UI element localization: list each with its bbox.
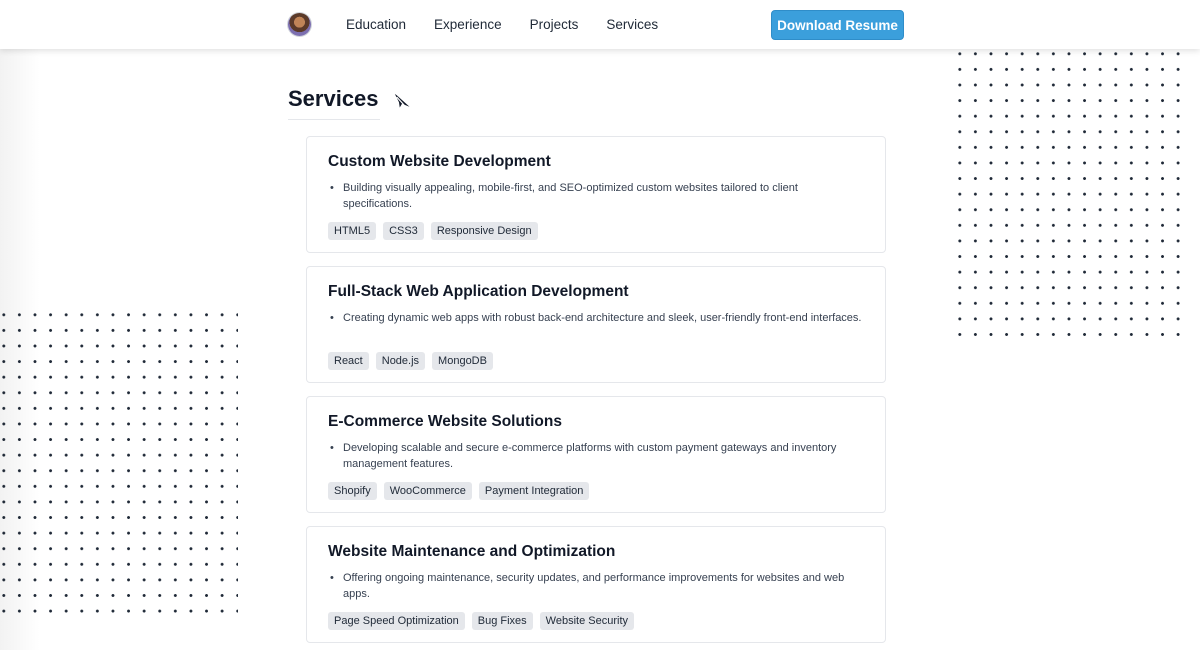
service-title: Website Maintenance and Optimization [328, 543, 616, 560]
service-card: E-Commerce Website Solutions Developing … [306, 396, 886, 513]
nav-links: Education Experience Projects Services [346, 0, 658, 49]
dot-pattern-right [952, 46, 1192, 336]
tag: Bug Fixes [471, 612, 533, 630]
nav-link-services[interactable]: Services [606, 17, 658, 32]
nav-link-education[interactable]: Education [346, 17, 406, 32]
service-description-item: Offering ongoing maintenance, security u… [343, 570, 864, 602]
section-header: Services [288, 86, 411, 120]
service-card: Custom Website Development Building visu… [306, 136, 886, 253]
tag-list: HTML5 CSS3 Responsive Design [328, 222, 864, 240]
service-title: E-Commerce Website Solutions [328, 413, 562, 430]
avatar[interactable] [288, 13, 311, 36]
service-card: Website Maintenance and Optimization Off… [306, 526, 886, 643]
paper-plane-icon [394, 92, 410, 107]
navbar: Education Experience Projects Services D… [0, 0, 1200, 49]
service-description-item: Creating dynamic web apps with robust ba… [343, 310, 864, 326]
tag-list: React Node.js MongoDB [328, 352, 864, 370]
service-description: Creating dynamic web apps with robust ba… [328, 310, 864, 343]
tag: Shopify [328, 482, 377, 500]
service-description-item: Developing scalable and secure e-commerc… [343, 440, 864, 472]
service-description: Offering ongoing maintenance, security u… [328, 570, 864, 603]
service-description: Developing scalable and secure e-commerc… [328, 440, 864, 473]
left-edge-shade [0, 49, 40, 650]
tag: Page Speed Optimization [328, 612, 465, 630]
tag: HTML5 [328, 222, 377, 240]
tag: Responsive Design [430, 222, 538, 240]
tag-list: Shopify WooCommerce Payment Integration [328, 482, 864, 500]
tag: WooCommerce [383, 482, 472, 500]
services-list: Custom Website Development Building visu… [306, 136, 886, 643]
nav-link-experience[interactable]: Experience [434, 17, 502, 32]
tag: React [328, 352, 369, 370]
service-description-item: Building visually appealing, mobile-firs… [343, 180, 864, 212]
tag: MongoDB [432, 352, 493, 370]
tag-list: Page Speed Optimization Bug Fixes Websit… [328, 612, 864, 630]
tag: Website Security [539, 612, 634, 630]
tag: Payment Integration [478, 482, 590, 500]
service-title: Full-Stack Web Application Development [328, 283, 629, 300]
service-title: Custom Website Development [328, 153, 551, 170]
download-resume-button[interactable]: Download Resume [771, 10, 904, 40]
service-card: Full-Stack Web Application Development C… [306, 266, 886, 383]
page-title: Services [288, 86, 380, 120]
tag: Node.js [375, 352, 426, 370]
nav-link-projects[interactable]: Projects [530, 17, 579, 32]
service-description: Building visually appealing, mobile-firs… [328, 180, 864, 213]
tag: CSS3 [383, 222, 424, 240]
